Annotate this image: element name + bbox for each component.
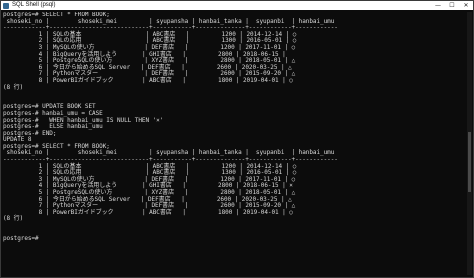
terminal-output[interactable]: postgres=# SELECT * FROM BOOK; shoseki_n…	[3, 12, 465, 275]
psql-app-icon	[3, 2, 9, 9]
terminal-line: postgres=#	[3, 235, 39, 243]
psql-window: SQL Shell (psql) — ☐ ✕ postgres=# SELECT…	[0, 0, 474, 278]
minimize-icon[interactable]: —	[431, 1, 445, 10]
terminal-line: postgres-# ELSE hanbai_umu	[3, 123, 103, 131]
window-title: SQL Shell (psql)	[12, 2, 56, 8]
terminal-line: (8 行)	[3, 215, 24, 223]
window-controls: — ☐ ✕	[431, 1, 473, 10]
maximize-icon[interactable]: ☐	[445, 1, 459, 10]
terminal-line: (8 行)	[3, 83, 24, 91]
vertical-scrollbar[interactable]	[467, 12, 472, 275]
scrollbar-thumb[interactable]	[468, 132, 471, 192]
terminal-line: 8 | PowerBIガイドブック | ABC書店 | 1800 | 2019-…	[3, 76, 293, 84]
title-bar[interactable]: SQL Shell (psql) — ☐ ✕	[1, 1, 473, 10]
close-icon[interactable]: ✕	[459, 1, 473, 10]
terminal-line: postgres-# END;	[3, 129, 57, 137]
terminal-line: 8 | PowerBIガイドブック | ABC書店 | 1800 | 2019-…	[3, 208, 293, 216]
